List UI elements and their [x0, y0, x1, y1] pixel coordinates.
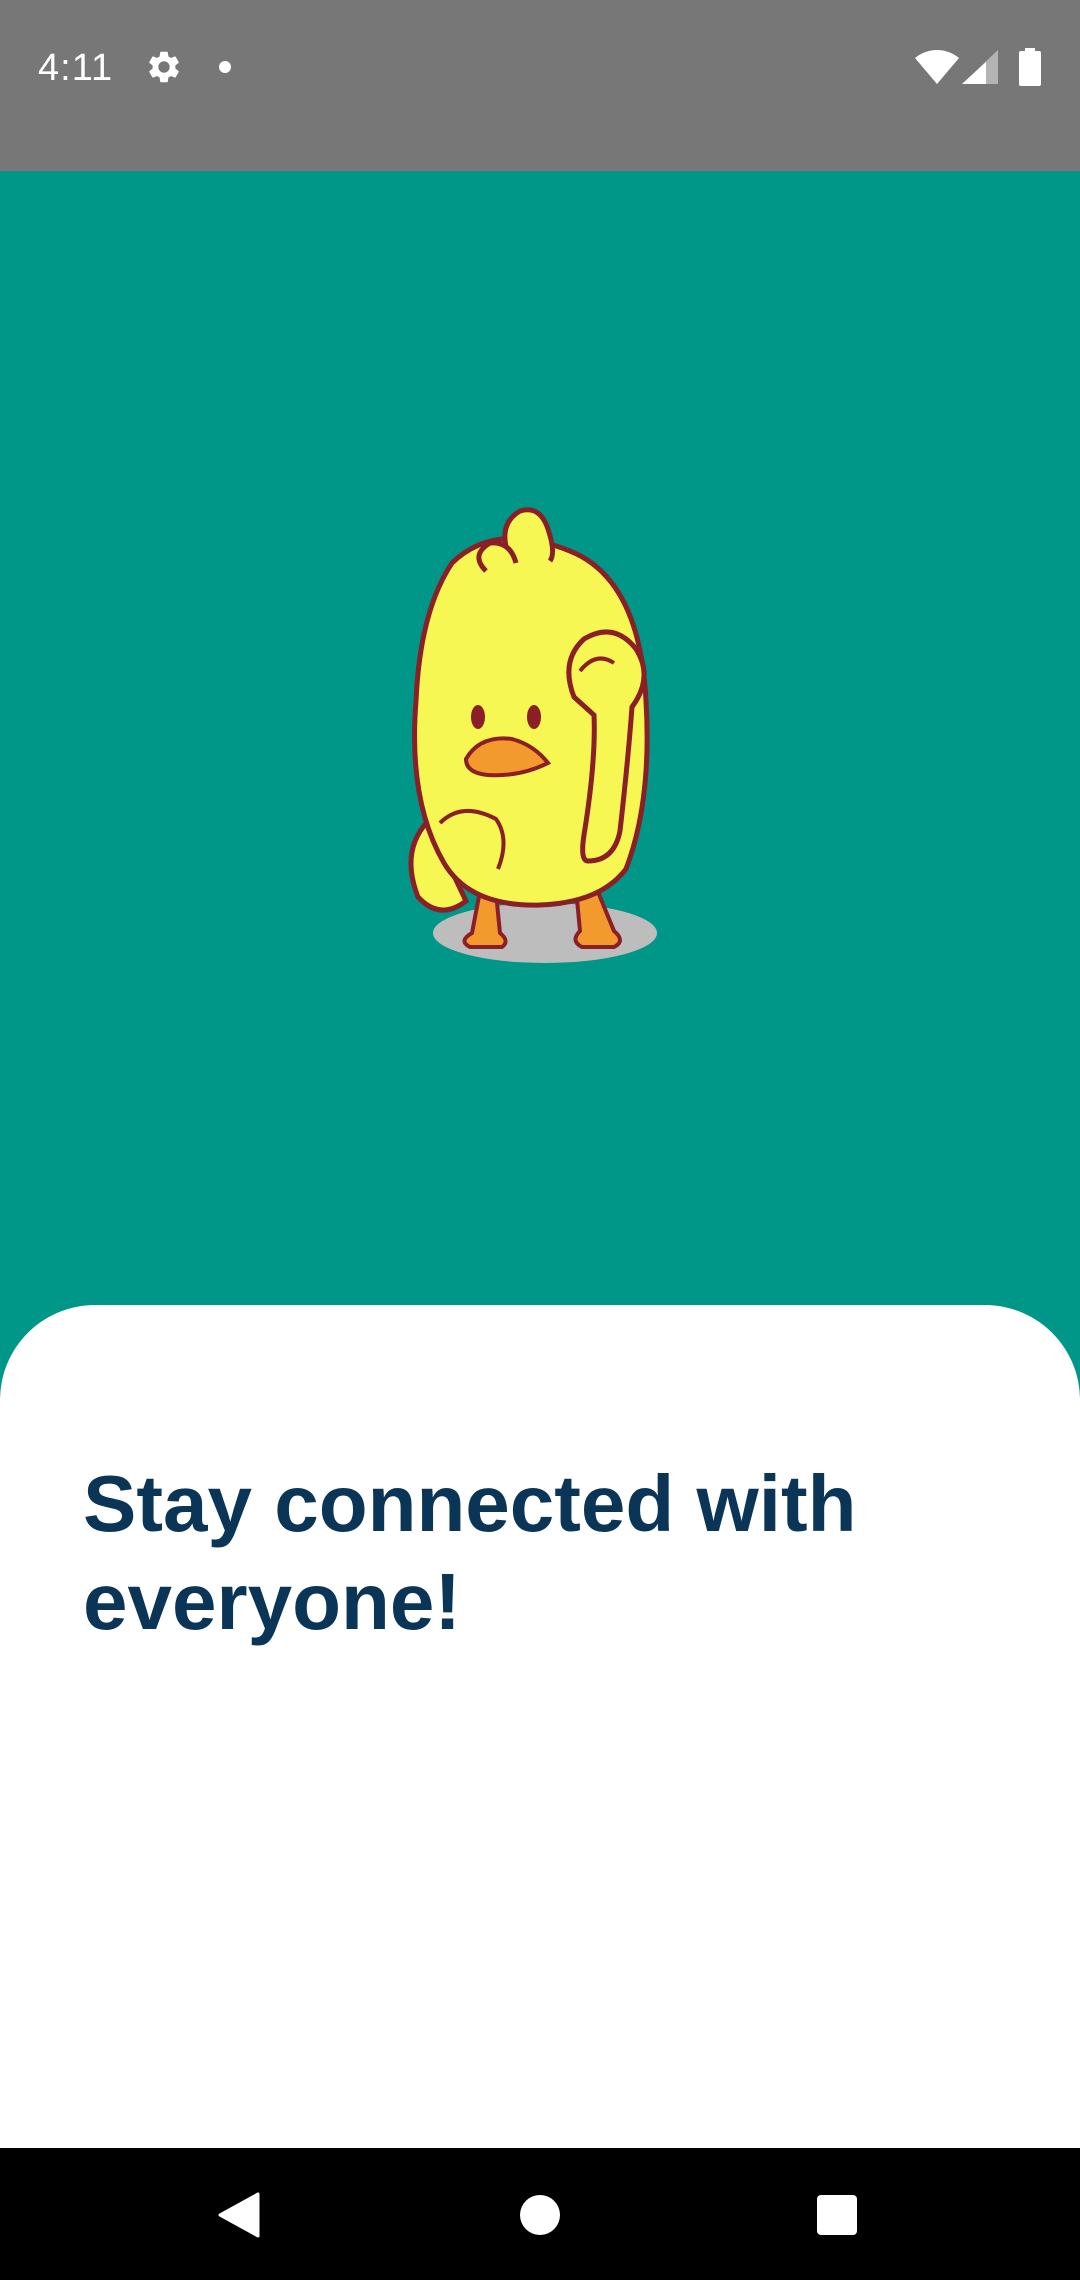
- back-icon[interactable]: [218, 2192, 260, 2238]
- battery-icon: [1019, 48, 1041, 86]
- notification-dot-icon: [219, 61, 231, 73]
- onboarding-screen: 4:11 Stay connected with everyone!: [0, 0, 1080, 2280]
- onboarding-title: Stay connected with everyone!: [83, 1459, 857, 1646]
- duck-illustration: [408, 507, 657, 963]
- signal-icon: [962, 50, 998, 84]
- gear-icon: [149, 51, 179, 83]
- wifi-icon: [915, 50, 959, 84]
- onboarding-card: Stay connected with everyone!: [0, 1305, 1080, 2148]
- recents-icon[interactable]: [817, 2195, 857, 2235]
- home-icon[interactable]: [520, 2195, 560, 2235]
- navigation-bar: [0, 2148, 1080, 2280]
- status-time: 4:11: [38, 47, 114, 89]
- hero-section: [0, 171, 1080, 1371]
- status-bar: 4:11: [0, 0, 1080, 171]
